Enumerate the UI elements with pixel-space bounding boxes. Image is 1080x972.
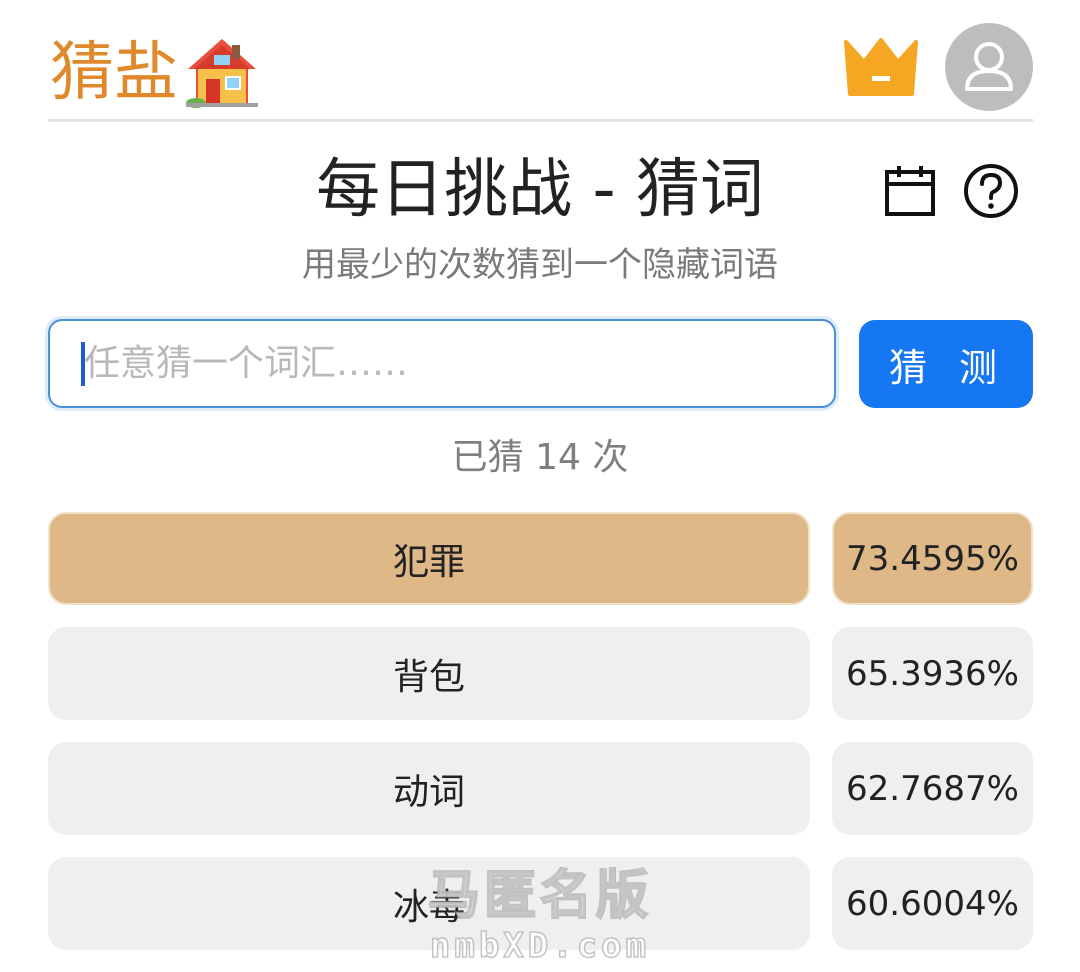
- brand-name: 猜盐: [50, 36, 178, 110]
- guess-word: 背包: [48, 627, 810, 720]
- guess-list: 犯罪 73.4595% 背包 65.3936% 动词 62.7687% 冰毒 6…: [48, 512, 1033, 972]
- brand-logo[interactable]: 猜盐: [50, 30, 260, 116]
- guess-score: 73.4595%: [832, 512, 1033, 605]
- guess-row: 动词 62.7687%: [48, 742, 1033, 835]
- crown-icon[interactable]: [842, 36, 920, 96]
- page: 猜盐 每日挑战 - 猜词 用最少的次数猜到一个隐藏词语 任意猜一个词汇…… 猜 …: [0, 0, 1080, 972]
- help-icon[interactable]: [962, 162, 1020, 220]
- guess-score: 62.7687%: [832, 742, 1033, 835]
- guess-row: 犯罪 73.4595%: [48, 512, 1033, 605]
- guess-button[interactable]: 猜 测: [859, 320, 1033, 408]
- page-subtitle: 用最少的次数猜到一个隐藏词语: [302, 245, 778, 285]
- guess-word: 动词: [48, 742, 810, 835]
- calendar-icon[interactable]: [883, 164, 937, 218]
- guess-row: 背包 65.3936%: [48, 627, 1033, 720]
- guess-score: 60.6004%: [832, 857, 1033, 950]
- user-avatar[interactable]: [945, 23, 1033, 111]
- user-avatar-icon: [965, 42, 1013, 91]
- text-caret: [81, 342, 85, 386]
- guess-count: 已猜 14 次: [451, 437, 629, 478]
- guess-word: 冰毒: [48, 857, 810, 950]
- house-icon: [186, 39, 258, 108]
- guess-word: 犯罪: [48, 512, 810, 605]
- header-divider: [48, 119, 1033, 122]
- page-title: 每日挑战 - 猜词: [316, 153, 764, 227]
- guess-input[interactable]: [48, 319, 836, 408]
- guess-score: 65.3936%: [832, 627, 1033, 720]
- guess-row: 冰毒 60.6004%: [48, 857, 1033, 950]
